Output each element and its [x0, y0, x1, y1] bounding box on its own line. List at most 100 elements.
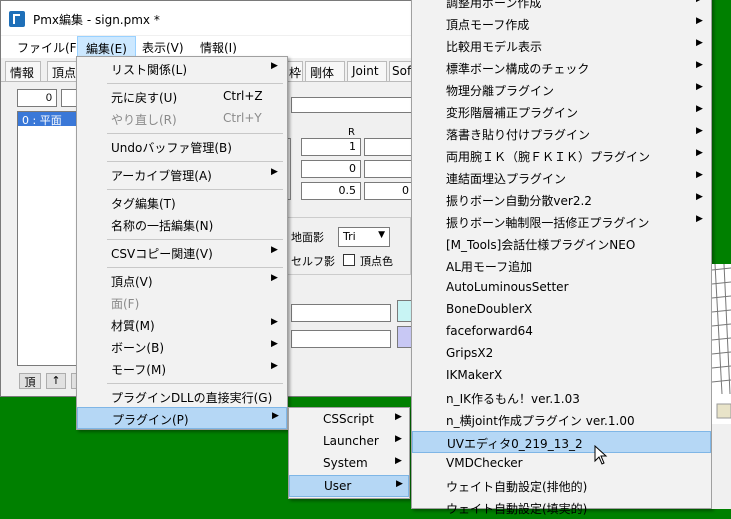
menu-item-user-plugin[interactable]: 連結面埋込プラグイン ▶ [412, 167, 711, 189]
menu-item-user-plugin[interactable]: 振りボーン自動分散ver2.2 ▶ [412, 189, 711, 211]
menu-item-user-plugin[interactable]: BoneDoublerX [412, 299, 711, 321]
submenu-arrow-icon: ▶ [271, 245, 278, 255]
app-icon [9, 11, 25, 27]
menu-item-bone[interactable]: ボーン(B) ▶ [77, 336, 287, 358]
index-field[interactable] [17, 89, 57, 107]
menu-item-launcher[interactable]: Launcher ▶ [289, 431, 409, 453]
tab-frame[interactable]: 枠 [287, 61, 303, 81]
submenu-arrow-icon: ▶ [696, 16, 703, 26]
menu-item-user-plugin[interactable]: VMDChecker [412, 453, 711, 475]
chevron-down-icon: ▼ [378, 230, 385, 240]
menu-item-morph[interactable]: モーフ(M) ▶ [77, 358, 287, 380]
menu-item-tag-edit[interactable]: タグ編集(T) [77, 192, 287, 214]
menu-item-user-plugin[interactable]: 標準ボーン構成のチェック ▶ [412, 57, 711, 79]
menu-item-user-plugin[interactable]: 調整用ボーン作成▶ [412, 0, 711, 13]
submenu-arrow-icon: ▶ [395, 412, 402, 422]
mouse-cursor-icon [594, 445, 608, 465]
wireframe-view [712, 264, 731, 509]
menu-info[interactable]: 情報(I) [200, 39, 237, 56]
menu-edit[interactable]: 編集(E) [77, 36, 136, 58]
submenu-arrow-icon: ▶ [272, 411, 279, 421]
self-shadow-label: セルフ影 [291, 255, 335, 268]
menu-item-user-plugin[interactable]: 落書き貼り付けプラグイン ▶ [412, 123, 711, 145]
menu-item-redo[interactable]: やり直し(R) Ctrl+Y [77, 108, 287, 130]
submenu-arrow-icon: ▶ [696, 192, 703, 202]
menu-item-user-plugin[interactable]: faceforward64 [412, 321, 711, 343]
submenu-arrow-icon: ▶ [396, 479, 403, 489]
vertex-color-label: 頂点色 [360, 255, 393, 268]
submenu-arrow-icon: ▶ [696, 0, 703, 4]
menu-item-plugin-dll[interactable]: プラグインDLLの直接実行(G) [77, 386, 287, 408]
menu-item-user-plugin[interactable]: 振りボーン軸制限一括修正プラグイン ▶ [412, 211, 711, 233]
color-r-1[interactable]: 1 [301, 138, 361, 156]
menu-item-list[interactable]: リスト関係(L) ▶ [77, 58, 287, 80]
menu-item-user-plugin[interactable]: [M_Tools]会話仕様プラグインNEO [412, 233, 711, 255]
menu-item-user-plugin[interactable]: 頂点モーフ作成 ▶ [412, 13, 711, 35]
move-up-button[interactable]: ↑ [46, 373, 66, 389]
menu-item-user-plugin[interactable]: n_IK作るもん！ver.1.03 [412, 387, 711, 409]
menu-item-undo-buffer[interactable]: Undoバッファ管理(B) [77, 136, 287, 158]
menu-item-user-plugin[interactable]: 変形階層補正プラグイン ▶ [412, 101, 711, 123]
submenu-arrow-icon: ▶ [271, 339, 278, 349]
submenu-arrow-icon: ▶ [271, 167, 278, 177]
view-window [712, 264, 731, 509]
submenu-arrow-icon: ▶ [271, 317, 278, 327]
shadow-select-value: Tri [343, 230, 356, 243]
menu-bar: ファイル(F) 編集(E) 表示(V) 情報(I) [1, 36, 413, 58]
menu-item-user-plugin[interactable]: GripsX2 [412, 343, 711, 365]
name-input[interactable] [291, 97, 413, 113]
submenu-arrow-icon: ▶ [395, 434, 402, 444]
tab-info[interactable]: 情報 [5, 61, 41, 81]
submenu-arrow-icon: ▶ [395, 456, 402, 466]
texture-field[interactable] [291, 304, 391, 322]
menu-item-archive[interactable]: アーカイブ管理(A) ▶ [77, 164, 287, 186]
menu-file[interactable]: ファイル(F) [17, 39, 81, 56]
edit-menu: リスト関係(L) ▶ 元に戻す(U) Ctrl+Z やり直し(R) Ctrl+Y Un… [76, 56, 288, 430]
menu-item-system[interactable]: System ▶ [289, 453, 409, 475]
color-g-1[interactable] [364, 138, 414, 156]
submenu-arrow-icon: ▶ [271, 361, 278, 371]
shadow-select[interactable]: Tri ▼ [338, 227, 390, 247]
menu-item-csscript[interactable]: CSScript ▶ [289, 409, 409, 431]
menu-item-user-plugin[interactable]: 両用腕ＩＫ（腕ＦＫＩＫ）プラグイン ▶ [412, 145, 711, 167]
color-r-2[interactable]: 0 [301, 160, 361, 178]
vertex-color-checkbox[interactable] [343, 254, 355, 266]
menu-item-user-plugin[interactable]: 物理分離プラグイン ▶ [412, 79, 711, 101]
tab-joint[interactable]: Joint [347, 61, 387, 81]
ground-shadow-label: 地面影 [291, 231, 324, 244]
submenu-arrow-icon: ▶ [696, 148, 703, 158]
menu-item-user-plugin[interactable]: AutoLuminousSetter [412, 277, 711, 299]
submenu-arrow-icon: ▶ [696, 214, 703, 224]
color-r-3[interactable]: 0.5 [301, 182, 361, 200]
tab-softbody[interactable]: Sof [389, 61, 413, 81]
menu-item-user-plugin[interactable]: n_横joint作成プラグイン ver.1.00 [412, 409, 711, 431]
vertex-button[interactable]: 頂 [19, 373, 41, 389]
menu-item-vertex[interactable]: 頂点(V) ▶ [77, 270, 287, 292]
color-g-2[interactable] [364, 160, 414, 178]
menu-item-user-plugin[interactable]: 比較用モデル表示 ▶ [412, 35, 711, 57]
menu-item-user-plugin[interactable]: ウェイト自動設定(填実的) [412, 497, 711, 519]
column-r-label: R [348, 127, 355, 138]
menu-item-user[interactable]: User ▶ [289, 475, 409, 497]
menu-item-plugin[interactable]: プラグイン(P) ▶ [77, 407, 287, 429]
user-plugin-submenu: 調整用ボーン作成▶ 頂点モーフ作成▶ 比較用モデル表示▶ 標準ボーン構成のチェッ… [411, 0, 712, 516]
menu-item-user-plugin[interactable]: IKMakerX [412, 365, 711, 387]
menu-item-csv[interactable]: CSVコピー関連(V) ▶ [77, 242, 287, 264]
menu-item-material[interactable]: 材質(M) ▶ [77, 314, 287, 336]
submenu-arrow-icon: ▶ [696, 126, 703, 136]
sphere-field[interactable] [291, 330, 391, 348]
menu-item-face[interactable]: 面(F) [77, 292, 287, 314]
color-g-3[interactable]: 0 [364, 182, 414, 200]
menu-item-user-plugin[interactable]: AL用モーフ追加 [412, 255, 711, 277]
submenu-arrow-icon: ▶ [271, 273, 278, 283]
menu-view[interactable]: 表示(V) [142, 39, 184, 56]
menu-item-rename[interactable]: 名称の一括編集(N) [77, 214, 287, 236]
menu-item-user-plugin[interactable]: ウェイト自動設定(排他的) [412, 475, 711, 497]
menu-item-uv-editor[interactable]: UVエディタ0_219_13_2 [412, 431, 711, 453]
menu-item-undo[interactable]: 元に戻す(U) Ctrl+Z [77, 86, 287, 108]
list-item-selected[interactable]: 0 : 平面 [18, 112, 78, 127]
tab-rigidbody[interactable]: 剛体 [305, 61, 345, 81]
submenu-arrow-icon: ▶ [696, 82, 703, 92]
material-list[interactable] [17, 111, 79, 366]
submenu-arrow-icon: ▶ [696, 60, 703, 70]
